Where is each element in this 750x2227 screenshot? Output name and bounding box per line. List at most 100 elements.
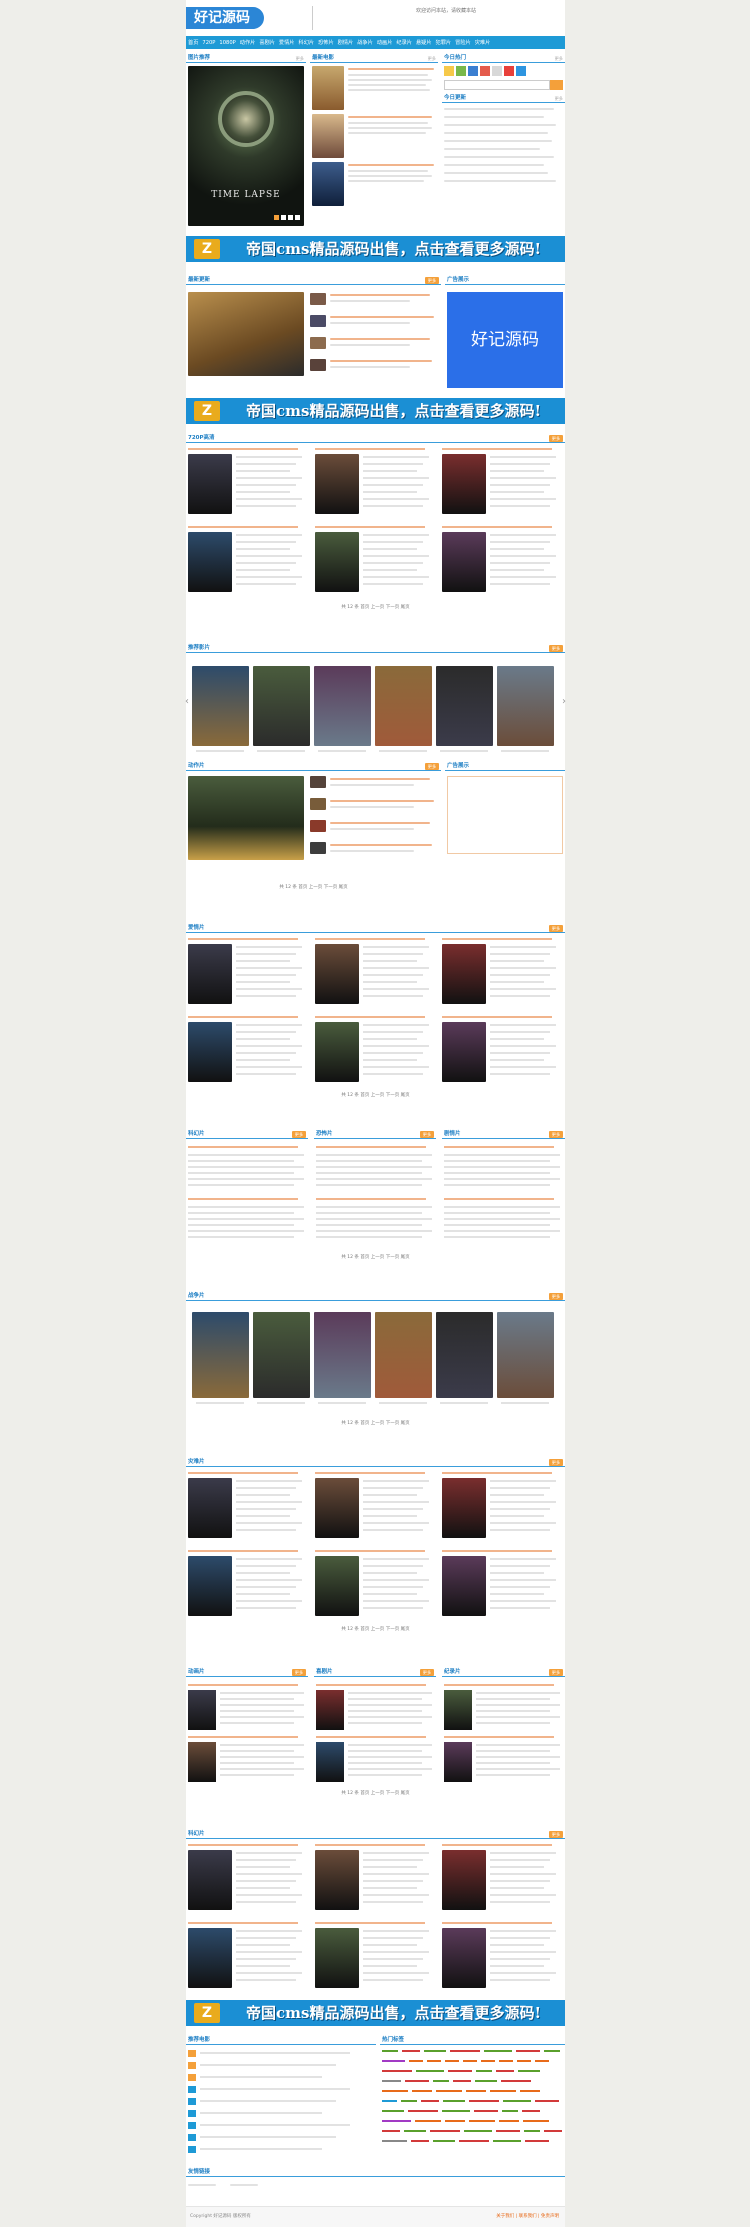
list-item[interactable] bbox=[444, 156, 554, 158]
nav-item[interactable]: 喜剧片 bbox=[259, 39, 275, 46]
tag-link[interactable] bbox=[424, 2050, 446, 2052]
movie-thumb[interactable] bbox=[188, 532, 232, 592]
more-link[interactable]: 更多 bbox=[549, 645, 563, 652]
movie-title-placeholder[interactable] bbox=[188, 1146, 298, 1148]
tag-link[interactable] bbox=[493, 2140, 521, 2142]
tag-link[interactable] bbox=[484, 2050, 512, 2052]
featured-poster[interactable]: TIME LAPSE bbox=[188, 66, 304, 226]
search-input[interactable] bbox=[444, 80, 550, 90]
list-item[interactable] bbox=[200, 2136, 336, 2138]
more-link[interactable]: 更多 bbox=[425, 277, 439, 284]
tag-link[interactable] bbox=[382, 2120, 411, 2122]
tag-link[interactable] bbox=[463, 2060, 477, 2062]
more-link[interactable]: 更多 bbox=[549, 1459, 563, 1466]
movie-thumb[interactable] bbox=[316, 1742, 344, 1782]
more-link[interactable]: 更多 bbox=[425, 763, 439, 770]
share-icon[interactable] bbox=[516, 66, 526, 76]
list-item[interactable] bbox=[200, 2064, 336, 2066]
movie-poster[interactable] bbox=[436, 666, 493, 746]
movie-title-placeholder[interactable] bbox=[442, 1922, 552, 1924]
movie-title-placeholder[interactable] bbox=[316, 1198, 426, 1200]
movie-thumb[interactable] bbox=[442, 1928, 486, 1988]
more-link[interactable]: 更多 bbox=[549, 435, 563, 442]
tag-link[interactable] bbox=[382, 2050, 398, 2052]
list-item[interactable] bbox=[444, 116, 544, 118]
tag-link[interactable] bbox=[496, 2130, 520, 2132]
movie-title-placeholder[interactable] bbox=[330, 800, 434, 802]
movie-title-placeholder[interactable] bbox=[330, 822, 430, 824]
nav-item[interactable]: 冒险片 bbox=[455, 39, 471, 46]
pager[interactable]: 共 12 条 首页 上一页 下一页 尾页 bbox=[186, 1626, 565, 1632]
search-button[interactable] bbox=[550, 80, 563, 90]
nav-item[interactable]: 犯罪片 bbox=[436, 39, 452, 46]
list-item[interactable] bbox=[444, 180, 556, 182]
movie-thumb[interactable] bbox=[310, 337, 326, 349]
slider-dot[interactable] bbox=[281, 215, 286, 220]
tag-link[interactable] bbox=[544, 2050, 560, 2052]
tag-link[interactable] bbox=[416, 2070, 444, 2072]
share-icon[interactable] bbox=[504, 66, 514, 76]
ad-block[interactable]: 好记源码 bbox=[447, 292, 563, 388]
movie-thumb[interactable] bbox=[310, 776, 326, 788]
movie-title-placeholder[interactable] bbox=[315, 1472, 425, 1474]
movie-title-placeholder[interactable] bbox=[348, 164, 434, 166]
poster-title-placeholder[interactable] bbox=[196, 750, 244, 752]
tag-link[interactable] bbox=[382, 2090, 408, 2092]
site-logo[interactable]: 好记源码 bbox=[186, 7, 264, 29]
movie-title-placeholder[interactable] bbox=[330, 778, 430, 780]
movie-thumb[interactable] bbox=[188, 1478, 232, 1538]
movie-thumb[interactable] bbox=[188, 1022, 232, 1082]
poster-title-placeholder[interactable] bbox=[318, 750, 366, 752]
movie-title-placeholder[interactable] bbox=[442, 1844, 552, 1846]
nav-item[interactable]: 首页 bbox=[188, 39, 198, 46]
tag-link[interactable] bbox=[535, 2100, 559, 2102]
tag-link[interactable] bbox=[469, 2100, 499, 2102]
movie-poster[interactable] bbox=[314, 1312, 371, 1398]
more-link[interactable]: 更多 bbox=[549, 1831, 563, 1838]
movie-title-placeholder[interactable] bbox=[315, 526, 425, 528]
slider-dot[interactable] bbox=[274, 215, 279, 220]
action-poster[interactable] bbox=[188, 776, 304, 860]
movie-title-placeholder[interactable] bbox=[330, 338, 430, 340]
movie-title-placeholder[interactable] bbox=[330, 360, 432, 362]
movie-poster[interactable] bbox=[436, 1312, 493, 1398]
nav-item[interactable]: 战争片 bbox=[357, 39, 373, 46]
tag-link[interactable] bbox=[382, 2100, 397, 2102]
movie-title-placeholder[interactable] bbox=[316, 1146, 426, 1148]
poster-title-placeholder[interactable] bbox=[196, 1402, 244, 1404]
movie-poster[interactable] bbox=[497, 666, 554, 746]
movie-title-placeholder[interactable] bbox=[188, 1922, 298, 1924]
movie-title-placeholder[interactable] bbox=[315, 1016, 425, 1018]
movie-title-placeholder[interactable] bbox=[442, 1016, 552, 1018]
poster-title-placeholder[interactable] bbox=[440, 1402, 488, 1404]
tag-link[interactable] bbox=[445, 2060, 459, 2062]
tag-link[interactable] bbox=[502, 2110, 518, 2112]
pager[interactable]: 共 12 条 首页 上一页 下一页 尾页 bbox=[186, 1092, 565, 1098]
nav-item[interactable]: 720P bbox=[202, 40, 215, 46]
pager[interactable]: 共 12 条 首页 上一页 下一页 尾页 bbox=[186, 884, 441, 890]
tag-link[interactable] bbox=[466, 2090, 486, 2092]
tag-link[interactable] bbox=[401, 2100, 417, 2102]
movie-thumb[interactable] bbox=[312, 66, 344, 110]
pager[interactable]: 共 12 条 首页 上一页 下一页 尾页 bbox=[186, 1254, 565, 1260]
tag-link[interactable] bbox=[499, 2060, 513, 2062]
nav-item[interactable]: 1080P bbox=[219, 40, 235, 46]
movie-thumb[interactable] bbox=[310, 842, 326, 854]
movie-thumb[interactable] bbox=[442, 532, 486, 592]
list-item[interactable] bbox=[444, 148, 540, 150]
more-link[interactable]: 更多 bbox=[292, 1669, 306, 1676]
tag-link[interactable] bbox=[525, 2140, 549, 2142]
tag-link[interactable] bbox=[516, 2050, 540, 2052]
tag-link[interactable] bbox=[469, 2120, 495, 2122]
share-icon[interactable] bbox=[456, 66, 466, 76]
movie-thumb[interactable] bbox=[315, 1556, 359, 1616]
friend-link[interactable] bbox=[188, 2184, 216, 2186]
tag-link[interactable] bbox=[412, 2090, 432, 2092]
list-item[interactable] bbox=[444, 172, 548, 174]
movie-title-placeholder[interactable] bbox=[442, 1550, 552, 1552]
tag-link[interactable] bbox=[436, 2090, 462, 2092]
movie-thumb[interactable] bbox=[315, 454, 359, 514]
movie-title-placeholder[interactable] bbox=[442, 448, 552, 450]
movie-thumb[interactable] bbox=[188, 1690, 216, 1730]
tag-link[interactable] bbox=[382, 2060, 405, 2062]
